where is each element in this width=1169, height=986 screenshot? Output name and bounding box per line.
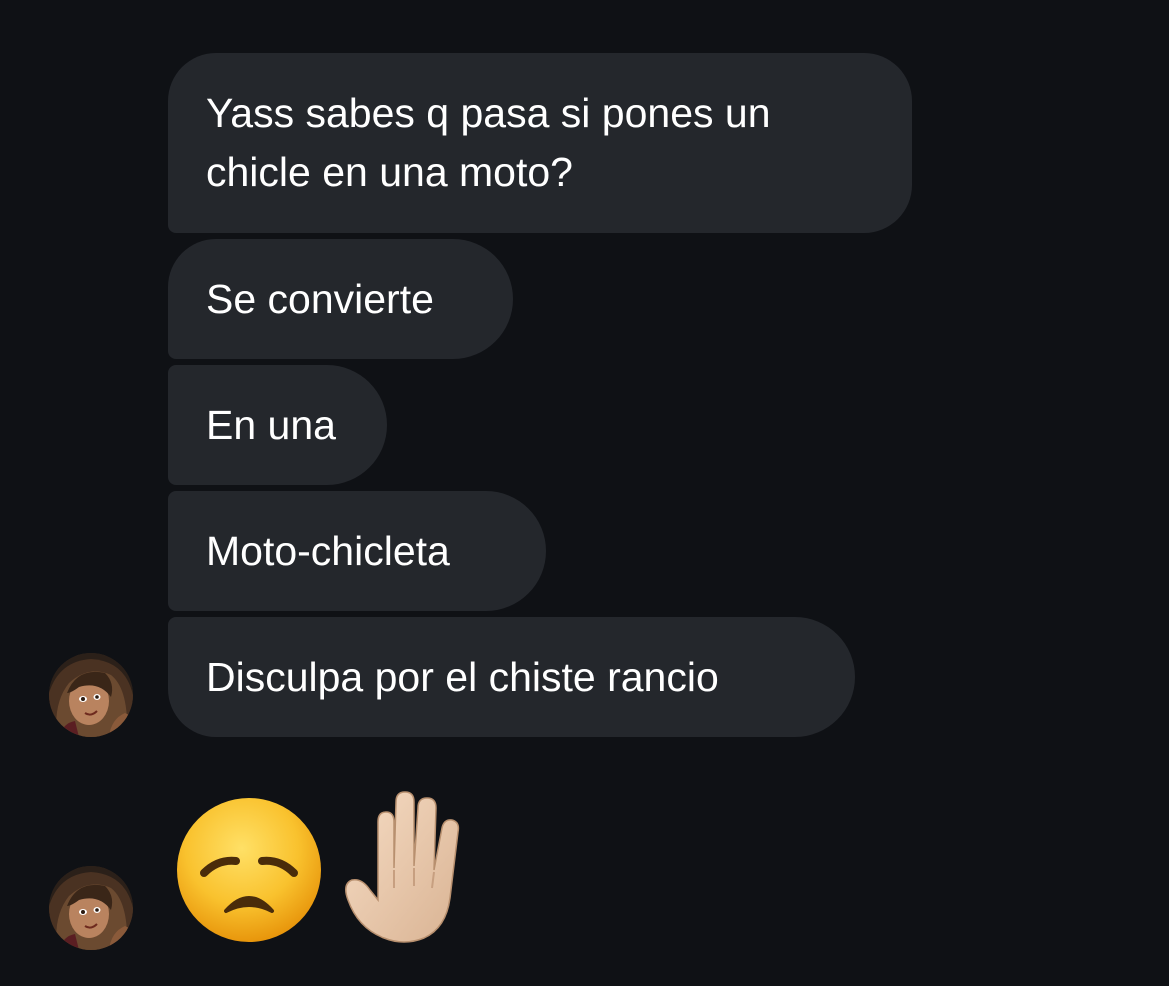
sender-avatar[interactable] — [49, 653, 133, 737]
message-bubble[interactable]: Se convierte — [168, 239, 513, 359]
chat-thread: Yass sabes q pasa si pones un chicle en … — [0, 0, 1169, 986]
disappointed-face-icon — [177, 798, 321, 942]
sender-avatar[interactable] — [49, 866, 133, 950]
message-bubble[interactable]: Disculpa por el chiste rancio — [168, 617, 855, 737]
message-bubble[interactable]: En una — [168, 365, 387, 485]
avatar-portrait — [49, 653, 133, 737]
message-bubble[interactable]: Moto-chicleta — [168, 491, 546, 611]
avatar-portrait — [49, 866, 133, 950]
raised-hand-icon — [345, 791, 460, 943]
message-bubble[interactable]: Yass sabes q pasa si pones un chicle en … — [168, 53, 912, 233]
emoji-message[interactable] — [174, 788, 494, 948]
